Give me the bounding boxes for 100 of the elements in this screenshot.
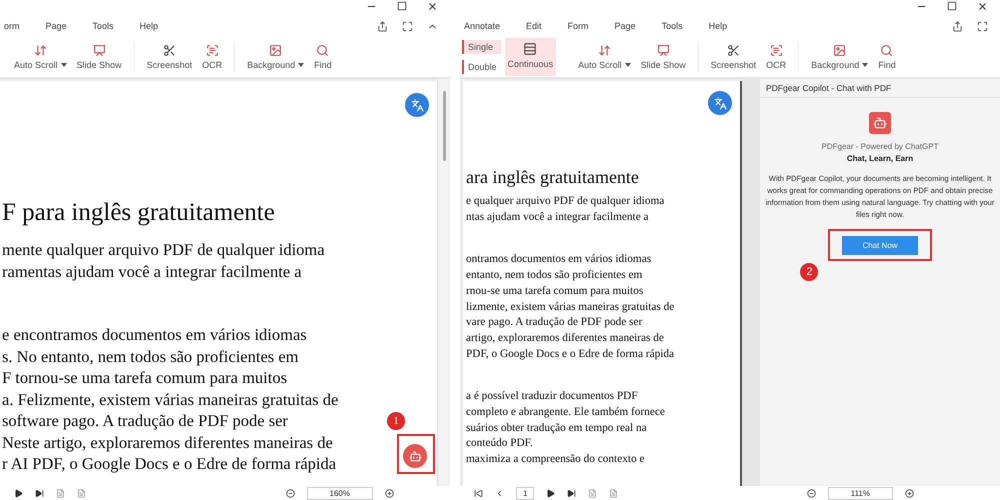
scan-text-icon (206, 44, 219, 57)
menu-item[interactable]: Help (708, 21, 728, 31)
toolbar-button[interactable]: OCR (200, 42, 224, 72)
menu-item[interactable]: Page (46, 21, 67, 31)
menu-item[interactable]: orm (4, 21, 20, 31)
text-line: F tornou-se uma tarefa comum para muitos (2, 367, 288, 388)
auto-scroll-icon (598, 44, 611, 57)
view-mode-button[interactable]: Double (462, 60, 501, 74)
text-line: e encontramos documentos em vários idiomas (2, 324, 307, 346)
close-icon[interactable] (427, 1, 438, 12)
close-icon[interactable] (977, 1, 988, 12)
zoom-out-icon[interactable] (286, 488, 295, 498)
page-icon[interactable] (77, 488, 86, 498)
highlight-frame (397, 434, 435, 474)
zoom-in-icon[interactable] (385, 488, 394, 498)
auto-scroll-icon (34, 44, 47, 57)
text-line: s. No entanto, nem todos são proficientes em (2, 346, 298, 367)
zoom-out-icon[interactable] (806, 488, 816, 498)
maximize-icon[interactable] (947, 1, 957, 11)
presentation-icon (656, 44, 670, 57)
toolbar-button[interactable]: Slide Show (638, 42, 688, 72)
scan-text-icon (770, 44, 783, 57)
scissors-icon (162, 44, 176, 57)
toolbar-button[interactable]: Find (876, 42, 898, 72)
image-icon (833, 44, 846, 57)
text-line: vare pago. A tradução de PDF pode ser (466, 315, 642, 330)
search-icon (316, 44, 330, 57)
text-line: completo e abrangente. Ele também fornece (466, 405, 665, 420)
scrollbar[interactable] (438, 79, 450, 486)
text-line: a é possível traduzir documentos PDF (466, 389, 638, 404)
last-page-icon[interactable] (35, 488, 44, 498)
menu-item[interactable]: Tools (92, 21, 114, 31)
text-line: conteúdo PDF. (466, 436, 533, 452)
toolbar-button[interactable]: Screenshot (708, 42, 758, 72)
robot-icon (408, 450, 422, 462)
previous-page-icon[interactable] (495, 488, 504, 498)
text-line: entanto, nem todos são proficientes em (466, 268, 642, 284)
document-heading: F para inglês gratuitamente (2, 199, 276, 227)
text-line: artigo, exploraremos diferentes maneiras de (466, 330, 664, 346)
text-line: suários obter tradução em tempo real na (466, 420, 647, 436)
search-icon (880, 44, 894, 57)
toolbar-button[interactable]: OCR (764, 42, 788, 72)
scissors-icon (726, 44, 740, 57)
page-icon[interactable] (588, 488, 598, 498)
text-line: Neste artigo, exploraremos diferentes maneiras de (2, 432, 333, 453)
menu-item[interactable]: Page (614, 21, 636, 31)
presentation-icon (92, 44, 106, 57)
share-icon[interactable] (952, 20, 963, 32)
toolbar-button[interactable]: Background (245, 42, 306, 72)
text-line: maximiza a compreensão do contexto e (466, 452, 644, 468)
share-icon[interactable] (377, 20, 388, 32)
text-line: mente qualquer arquivo PDF de qualquer idioma (2, 239, 325, 260)
last-page-icon[interactable] (567, 488, 576, 498)
fullscreen-icon[interactable] (402, 20, 413, 32)
zoom-field[interactable]: 160% (306, 486, 373, 500)
toolbar-button[interactable]: Find (312, 42, 334, 72)
panel-tagline: Chat, Learn, Earn (846, 154, 914, 163)
toolbar-button[interactable]: Background (809, 42, 870, 72)
page-icon[interactable] (609, 488, 618, 498)
text-line: rnou-se uma tarefa comum para muitos (466, 284, 644, 299)
menu-item[interactable]: Help (140, 21, 158, 31)
text-line: software pago. A tradução de PDF pode ser (2, 410, 288, 432)
menu-item[interactable]: Tools (662, 21, 683, 31)
translate-icon (410, 98, 424, 112)
callout-badge: 1 (387, 412, 405, 430)
text-line: r AI PDF, o Google Docs e o Edre de forma rápida (2, 453, 336, 474)
panel-title: PDFgear Copilot - Chat with PDF (760, 79, 1000, 98)
toolbar-button[interactable]: Slide Show (74, 42, 124, 72)
maximize-icon[interactable] (397, 1, 407, 11)
toolbar-button[interactable]: Auto Scroll (12, 42, 69, 72)
continuous-button[interactable]: Continuous (504, 38, 556, 76)
page-number-field[interactable]: 1 (516, 486, 534, 500)
text-line: ntas ajudam você a integrar facilmente a (466, 210, 649, 225)
text-line: ontramos documentos em vários idiomas (466, 252, 652, 268)
menu-item[interactable]: Form (568, 21, 589, 31)
translate-icon (714, 96, 726, 110)
copilot-button[interactable] (403, 444, 427, 468)
translate-button[interactable] (708, 91, 732, 115)
next-page-icon[interactable] (14, 488, 23, 498)
image-icon (269, 44, 282, 57)
text-line: PDF, o Google Docs e o Edre de forma rápida (466, 346, 674, 362)
zoom-in-icon[interactable] (905, 488, 914, 498)
text-line: ramentas ajudam você a integrar facilmente a (2, 260, 302, 282)
document-heading: ara inglês gratuitamente (466, 167, 640, 188)
toolbar-button[interactable]: Auto Scroll (576, 42, 633, 72)
menu-item[interactable]: Annotate (464, 21, 500, 31)
menu-item[interactable]: Edit (526, 21, 542, 31)
text-line: e qualquer arquivo PDF de qualquer idioma (466, 194, 664, 209)
next-page-icon[interactable] (546, 488, 556, 498)
rows-icon (523, 42, 538, 56)
text-line: a. Felizmente, existem várias maneiras gratuitas de (2, 388, 338, 410)
callout-badge: 2 (800, 263, 818, 281)
translate-button[interactable] (405, 93, 429, 117)
fullscreen-icon[interactable] (977, 20, 988, 32)
view-mode-button[interactable]: Single (462, 40, 501, 54)
toolbar-button[interactable]: Screenshot (144, 42, 194, 72)
text-line: lizmente, existem várias maneiras gratuitas de (466, 300, 674, 315)
page-icon[interactable] (56, 488, 65, 498)
zoom-field[interactable]: 111% (828, 486, 893, 500)
first-page-icon[interactable] (474, 488, 483, 498)
